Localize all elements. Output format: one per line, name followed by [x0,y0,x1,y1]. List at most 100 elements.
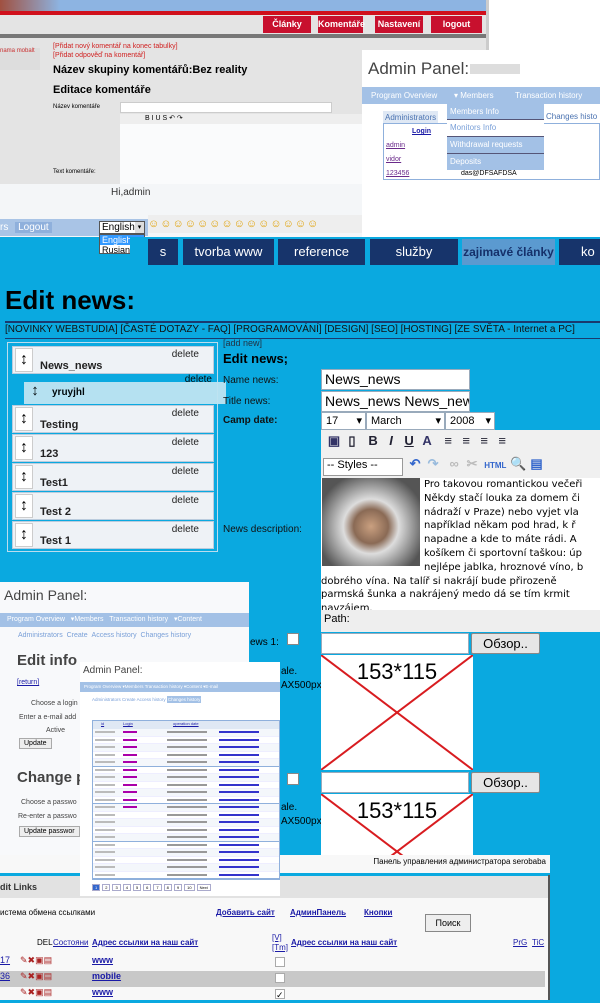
day-select[interactable]: 17 [321,412,366,430]
file-path-input[interactable] [321,772,469,793]
file-path-input[interactable] [321,633,469,654]
row-icons[interactable]: ✎✖▣▤ [20,955,52,966]
nav-reference[interactable]: reference [278,239,365,265]
tab-changes-history[interactable]: Changes histo [546,112,597,121]
italic-button[interactable]: I [382,433,400,448]
justify-icon[interactable]: ≡ [493,433,511,448]
row-url[interactable]: www [92,987,113,997]
save-icon[interactable]: ▣ [325,433,343,449]
nav-members[interactable]: Members [125,684,144,689]
update-button[interactable]: Update [19,738,52,749]
nav-transaction-history[interactable]: Transaction history [515,87,582,104]
row-url[interactable]: mobile [92,971,121,981]
smiley-icon[interactable]: ☺ [246,218,258,230]
preview-icon[interactable]: 🔍 [509,456,527,472]
year-select[interactable]: 2008 [445,412,495,430]
subnav-administrators[interactable]: Administrators [92,697,121,702]
editor-content[interactable]: Pro takovou romantickou večeři Někdy sta… [321,478,600,610]
delete-link[interactable]: delete [172,408,199,419]
drag-handle-icon[interactable]: ↕ [15,465,33,489]
subnav-access-history[interactable]: Access history [137,697,166,702]
nav-tvorba-www[interactable]: tvorba www [183,239,274,265]
page-link[interactable]: 4 [122,884,131,891]
nav-members[interactable]: Members [74,616,103,623]
col-tm[interactable]: [Tm] [272,943,288,952]
align-right-icon[interactable]: ≡ [475,433,493,448]
subnav-changes-history[interactable]: Changes history [141,632,192,639]
nav-content[interactable]: Content [177,616,202,623]
buttons-link[interactable]: Кнопки [364,908,392,917]
checkbox[interactable] [287,633,299,645]
drag-handle-icon[interactable]: ↕ [26,382,44,402]
page-link[interactable]: 6 [143,884,152,891]
month-select[interactable]: March [366,412,445,430]
unlink-icon[interactable]: ✂ [463,456,481,472]
smiley-icon[interactable]: ☺ [209,218,221,230]
smiley-icon[interactable]: ☺ [283,218,295,230]
undo-icon[interactable]: ↶ [406,456,424,472]
list-item[interactable]: ↕ delete Testing [12,405,214,433]
add-new-link[interactable]: [add new] [223,338,262,348]
page-link[interactable]: Next [196,884,211,891]
logout-link[interactable]: Logout [15,222,52,233]
return-link[interactable]: [return] [17,679,39,686]
col-tic[interactable]: TiC [532,938,544,947]
drag-handle-icon[interactable]: ↕ [15,494,33,518]
nav-sluzby[interactable]: služby [370,239,458,265]
font-color-icon[interactable]: A [418,433,436,448]
redo-icon[interactable]: ↷ [424,456,442,472]
category-links[interactable]: [NOVINKY WEBSTUDIA] [ČASTÉ DOTAZY - FAQ]… [5,324,575,335]
col-login[interactable]: Login [123,721,133,726]
delete-link[interactable]: delete [172,495,199,506]
row-login[interactable]: 123456 [386,170,409,177]
table-row[interactable]: 17 ✎✖▣▤ www [0,955,545,971]
nav-transaction-history[interactable]: Transaction history [109,616,168,623]
menu-withdrawal-requests[interactable]: Withdrawal requests [447,137,544,154]
list-item[interactable]: ↕ delete News_news [12,346,214,374]
menu-members-info[interactable]: Members Info [447,104,544,120]
col-status[interactable]: Состояни [53,938,91,947]
title-input[interactable]: News_news News_news [321,391,470,412]
comments-button[interactable]: Komentáře [318,16,365,33]
align-left-icon[interactable]: ≡ [439,433,457,448]
col-login[interactable]: Login [412,128,431,135]
nav-members[interactable]: ▾ Members [454,87,494,104]
table-row[interactable]: 36 ✎✖▣▤ mobile [0,971,545,987]
nav-program-overview[interactable]: Program Overview [7,616,65,623]
smiley-icon[interactable]: ☺ [160,218,172,230]
page-link[interactable]: 7 [153,884,162,891]
row-icons[interactable]: ✎✖▣▤ [20,987,52,998]
language-select[interactable]: English ▾ [99,221,145,234]
row-login[interactable]: admin [386,142,405,149]
table-row[interactable]: ✎✖▣▤ www ✓ [0,987,545,1003]
editor-area[interactable]: B I U S ↶ ↷ [120,114,362,184]
row-login[interactable]: vidor [386,156,401,163]
add-reply-link[interactable]: [Přidat odpověď na komentář] [53,52,145,59]
settings-button[interactable]: Nastavení [375,16,423,33]
checkbox[interactable]: ✓ [275,989,285,1000]
nav-email[interactable]: E-mail [205,684,218,689]
page-link[interactable]: 5 [132,884,142,891]
nav-zajimave-clanky[interactable]: zajimavé články [462,239,555,265]
list-item[interactable]: ↕ delete Test 2 [12,492,214,520]
nav-transaction-history[interactable]: Transaction history [145,684,183,689]
update-password-button[interactable]: Update passwor [19,826,80,837]
styles-select[interactable]: -- Styles -- [323,458,403,476]
page-link[interactable]: 2 [102,884,111,891]
nav-program-overview[interactable]: Program Overview [371,87,437,104]
search-button[interactable]: Поиск [425,914,471,932]
add-site-link[interactable]: Добавить сайт [216,908,275,917]
drag-handle-icon[interactable]: ↕ [15,436,33,460]
image-icon[interactable]: ▤ [527,456,545,472]
subnav-access-history[interactable]: Access history [92,632,137,639]
col-address-2[interactable]: Адрес ссылки на наш сайт [291,938,397,947]
subnav-administrators[interactable]: Administrators [18,632,63,639]
checkbox[interactable] [275,957,285,967]
smiley-icon[interactable]: ☺ [307,218,319,230]
smiley-icon[interactable]: ☺ [185,218,197,230]
nav-program-overview[interactable]: Program Overview [84,684,121,689]
page-link[interactable]: 3 [112,884,121,891]
delete-link[interactable]: delete [172,524,199,535]
delete-link[interactable]: delete [172,466,199,477]
logout-button[interactable]: logout [431,16,482,33]
